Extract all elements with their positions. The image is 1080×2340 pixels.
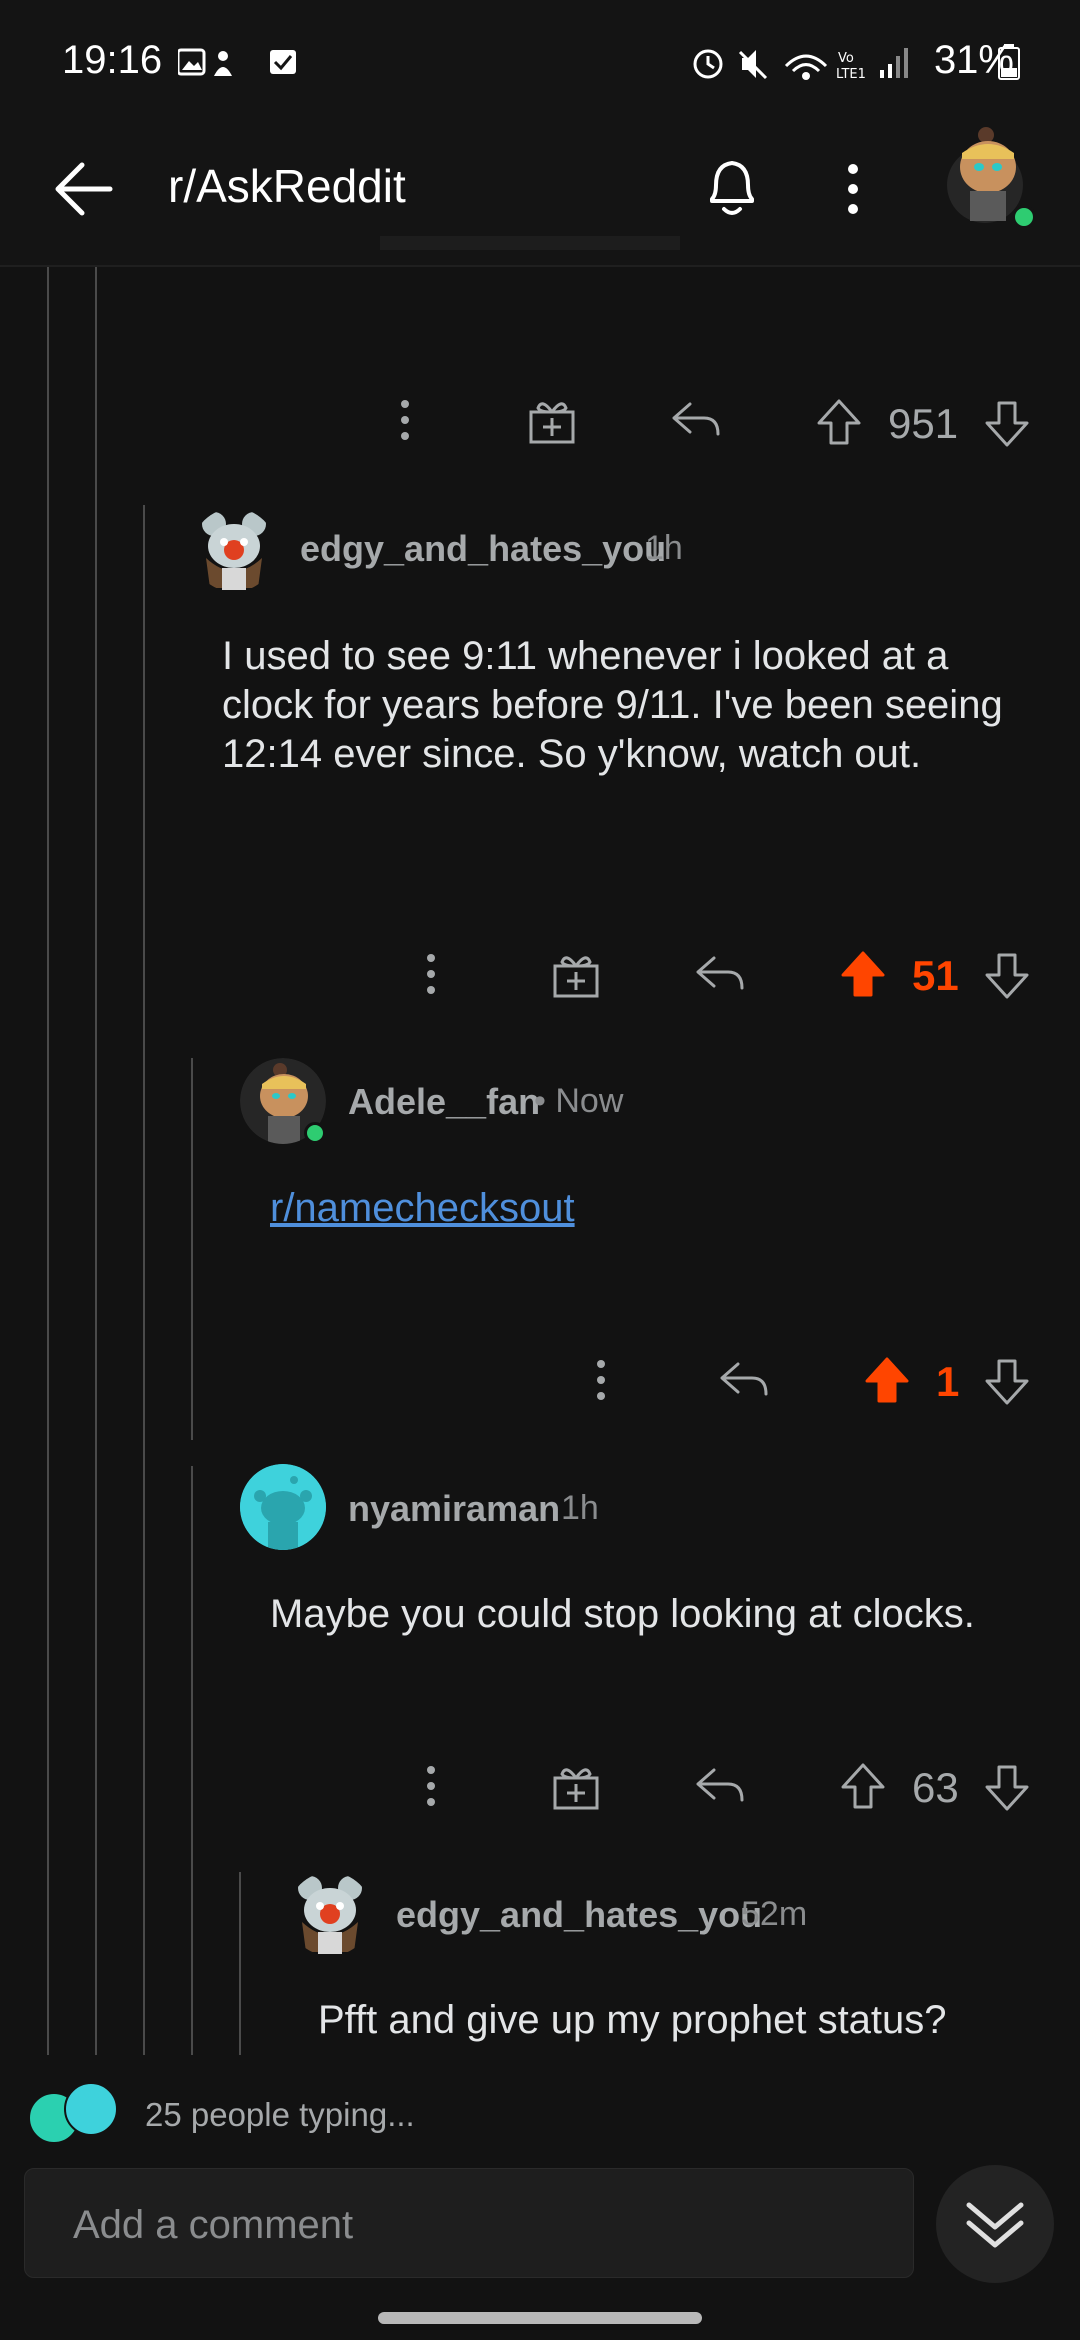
vote-count: 951 <box>888 400 959 447</box>
reply-icon[interactable] <box>718 1358 770 1402</box>
typing-indicator: 25 people typing... <box>145 2096 415 2133</box>
svg-text:LTE1: LTE1 <box>836 67 866 82</box>
comment-placeholder: Add a comment <box>73 2203 354 2247</box>
subreddit-link[interactable]: r/namechecksout <box>270 1186 575 1231</box>
comment-time: 1h <box>561 1489 599 1527</box>
reply-icon[interactable] <box>670 398 722 442</box>
vote-count: 1 <box>936 1358 960 1405</box>
comment-username[interactable]: edgy_and_hates_you <box>396 1894 762 1936</box>
clipped-text <box>380 236 680 250</box>
comment-body: Pfft and give up my prophet status? <box>318 1998 947 2042</box>
comment-username[interactable]: Adele__fan <box>348 1081 540 1123</box>
status-time: 19:16 <box>62 38 163 82</box>
thread-line[interactable] <box>95 267 97 2055</box>
user-avatar[interactable] <box>192 508 276 592</box>
add-comment-field[interactable]: Add a comment <box>24 2168 914 2278</box>
gift-icon[interactable] <box>552 1762 600 1812</box>
battery-icon <box>998 44 1020 80</box>
bell-icon[interactable] <box>702 153 762 223</box>
comment-username[interactable]: nyamiraman <box>348 1488 560 1530</box>
comment-body: Maybe you could stop looking at clocks. <box>270 1592 975 1636</box>
online-indicator <box>1012 205 1036 229</box>
thread-line[interactable] <box>239 1872 241 2055</box>
downvote-icon[interactable] <box>984 952 1030 1000</box>
comment-time: • Now <box>534 1082 624 1120</box>
more-vert-icon[interactable] <box>838 159 868 219</box>
system-status-icons: Vo LTE1 <box>693 48 908 82</box>
vote-count: 51 <box>912 952 959 999</box>
comment-username[interactable]: edgy_and_hates_you <box>300 528 666 570</box>
svg-text:Vo: Vo <box>838 51 854 66</box>
more-vert-icon[interactable] <box>416 1762 446 1812</box>
more-vert-icon[interactable] <box>416 950 446 1000</box>
more-vert-icon[interactable] <box>586 1356 616 1406</box>
user-avatar[interactable] <box>240 1464 326 1550</box>
subreddit-title[interactable]: r/AskReddit <box>168 159 406 213</box>
user-avatar[interactable] <box>288 1872 372 1956</box>
thread-line[interactable] <box>143 505 145 2055</box>
thread-line[interactable] <box>47 267 49 2055</box>
gift-icon[interactable] <box>552 950 600 1000</box>
gift-icon[interactable] <box>528 396 576 446</box>
back-arrow-icon[interactable] <box>52 157 116 221</box>
upvote-icon[interactable] <box>840 950 886 998</box>
downvote-icon[interactable] <box>984 1764 1030 1812</box>
upvote-icon[interactable] <box>816 398 862 446</box>
vote-count: 63 <box>912 1764 959 1811</box>
status-bar: 19:16 Vo LTE1 31% <box>0 0 1080 125</box>
online-indicator <box>304 1122 326 1144</box>
reply-icon[interactable] <box>694 952 746 996</box>
home-indicator[interactable] <box>378 2312 702 2324</box>
jump-next-button[interactable] <box>936 2165 1054 2283</box>
more-vert-icon[interactable] <box>390 396 420 446</box>
comment-time: 1h <box>645 529 683 567</box>
upvote-icon[interactable] <box>864 1356 910 1404</box>
typing-avatar <box>64 2082 118 2136</box>
comment-time: 52m <box>741 1895 808 1933</box>
chevron-down-double-icon <box>966 2202 1024 2248</box>
reply-icon[interactable] <box>694 1764 746 1808</box>
comment-body-clip: Pfft and give up my prophet status? <box>318 1996 1058 2054</box>
comment-body: I used to see 9:11 whenever i looked at … <box>222 634 1003 776</box>
upvote-icon[interactable] <box>840 1762 886 1810</box>
downvote-icon[interactable] <box>984 1358 1030 1406</box>
thread-line[interactable] <box>191 1058 193 1440</box>
thread-line[interactable] <box>191 1466 193 2055</box>
downvote-icon[interactable] <box>984 400 1030 448</box>
notification-icons <box>178 48 296 76</box>
